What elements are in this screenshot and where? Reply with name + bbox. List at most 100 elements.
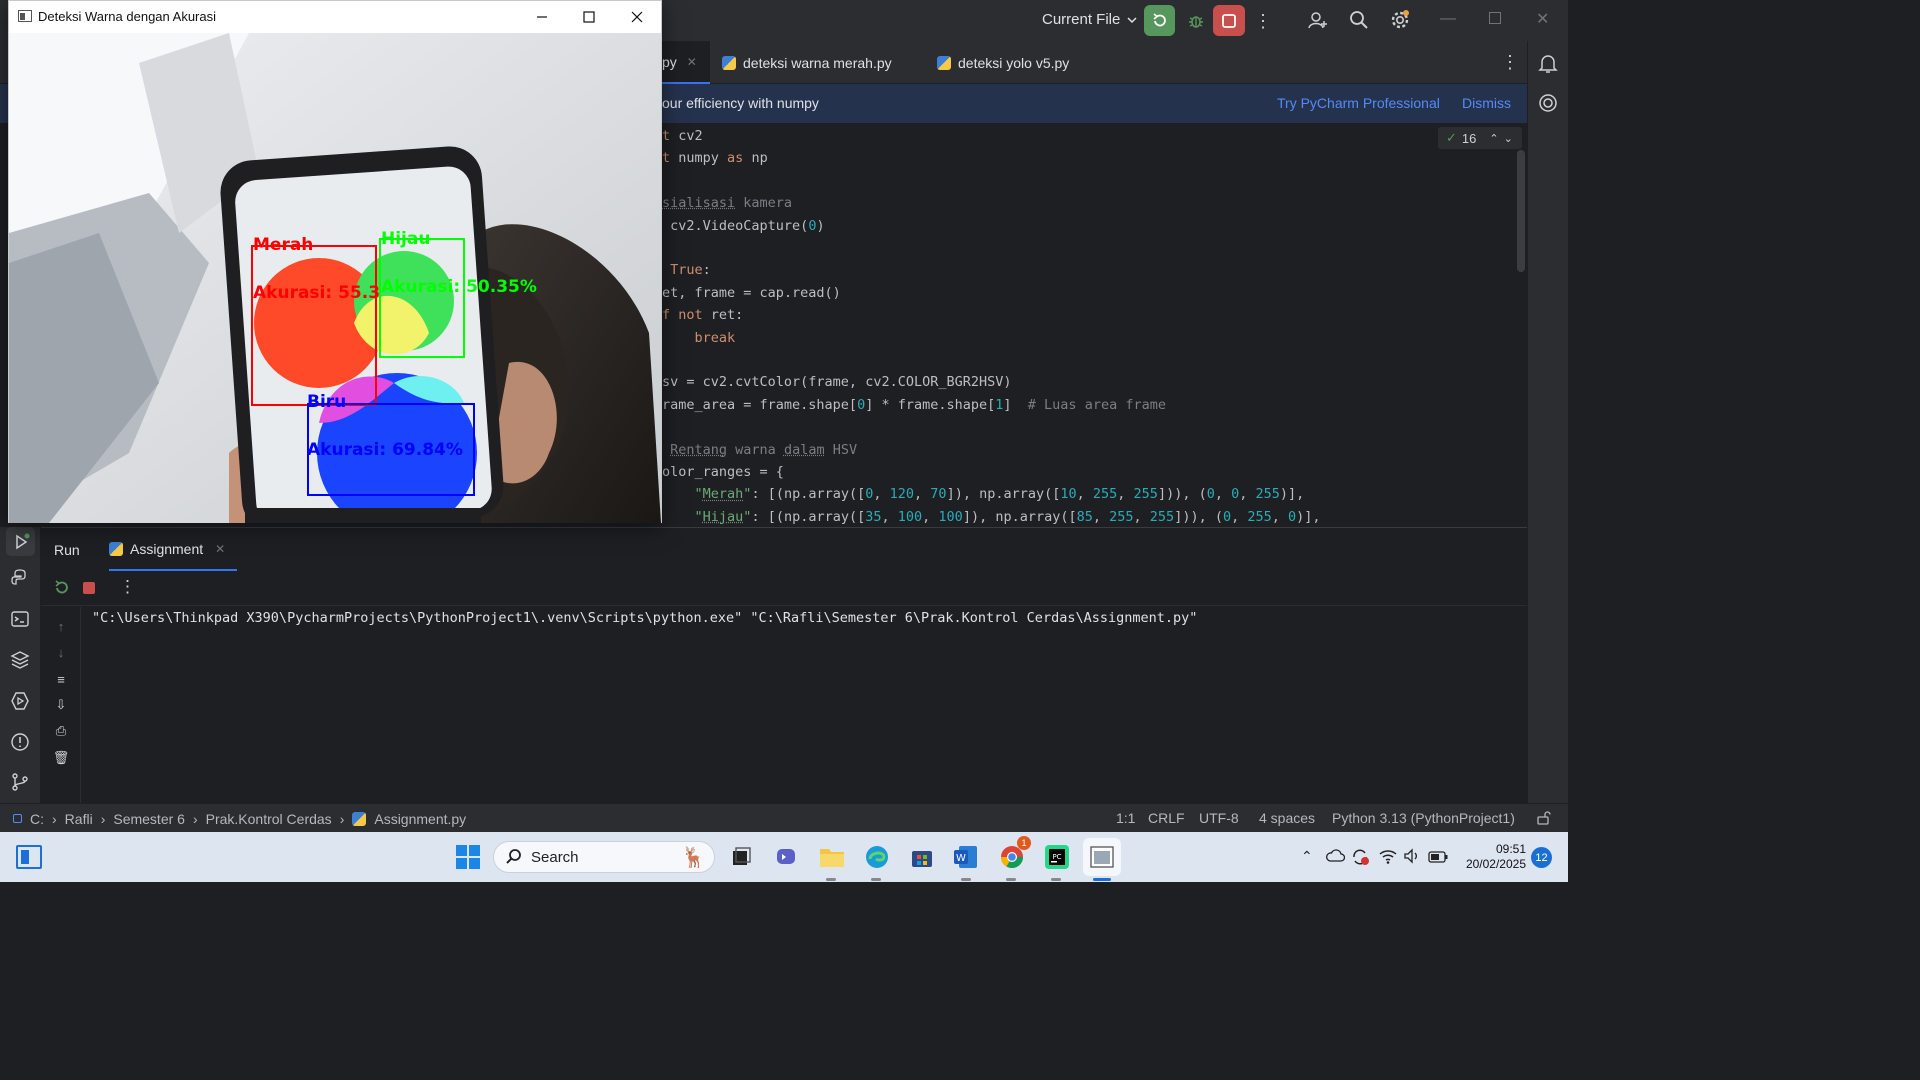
code-line[interactable]: break [662, 327, 736, 349]
ai-assistant-button[interactable] [1537, 92, 1559, 119]
maximize-button[interactable] [578, 6, 600, 28]
word-icon: W [954, 846, 977, 868]
opencv-window-button[interactable] [1083, 838, 1121, 876]
start-button[interactable] [453, 842, 483, 872]
tab-options-button[interactable]: ⋮ [1501, 52, 1519, 73]
problems-button[interactable] [9, 731, 31, 753]
git-button[interactable] [9, 771, 31, 793]
indent-setting[interactable]: 4 spaces [1259, 804, 1315, 833]
readonly-toggle[interactable] [1537, 811, 1551, 830]
code-line[interactable]: cv2.VideoCapture(0) [662, 215, 824, 237]
breadcrumb-item[interactable]: Assignment.py [374, 811, 466, 827]
soft-wrap-icon[interactable]: ≡ [51, 669, 71, 689]
running-indicator [826, 878, 836, 881]
breadcrumb-item[interactable]: Rafli [65, 811, 93, 827]
rerun-button[interactable] [53, 579, 71, 602]
close-ide-button[interactable]: ✕ [1536, 9, 1549, 29]
print-icon[interactable]: ⎙ [51, 721, 71, 741]
volume-icon[interactable] [1403, 848, 1421, 869]
clock[interactable]: 09:51 20/02/2025 [1462, 842, 1526, 872]
pycharm-button[interactable]: PC [1042, 842, 1072, 872]
chevron-up-icon[interactable]: ⌃ [1489, 132, 1498, 145]
settings-button[interactable] [1386, 6, 1414, 34]
rerun-icon [55, 580, 68, 594]
run-options-button[interactable]: ⋮ [119, 577, 136, 597]
notification-badge[interactable]: 12 [1531, 847, 1552, 868]
word-button[interactable]: W [951, 842, 981, 872]
widgets-button[interactable] [16, 845, 42, 869]
store-button[interactable] [907, 842, 937, 872]
code-line[interactable]: olor_ranges = { [662, 461, 784, 483]
try-professional-link[interactable]: Try PyCharm Professional [1277, 95, 1440, 111]
services-button[interactable] [9, 690, 31, 712]
up-arrow-icon[interactable]: ↑ [51, 616, 71, 636]
run-tool-button[interactable] [6, 527, 35, 556]
code-line[interactable]: sv = cv2.cvtColor(frame, cv2.COLOR_BGR2H… [662, 371, 1012, 393]
inspection-widget[interactable]: ✓ 16 ⌃ ⌄ [1438, 127, 1522, 149]
search-everywhere-button[interactable] [1345, 6, 1373, 34]
chevron-right-icon: › [52, 810, 57, 827]
code-with-me-button[interactable] [1304, 6, 1332, 34]
code-line[interactable]: True: [662, 259, 711, 281]
down-arrow-icon[interactable]: ↓ [51, 642, 71, 662]
line-separator[interactable]: CRLF [1148, 804, 1185, 833]
code-line[interactable]: Rentang warna dalam HSV [662, 439, 857, 461]
breadcrumb-item[interactable]: C: [30, 811, 44, 827]
breadcrumb-item[interactable]: Prak.Kontrol Cerdas [206, 811, 332, 827]
chrome-button[interactable]: 1 [997, 836, 1031, 872]
file-explorer-button[interactable] [817, 842, 847, 872]
close-button[interactable] [626, 6, 648, 28]
wifi-icon[interactable] [1378, 848, 1398, 869]
breadcrumb-item[interactable]: Semester 6 [113, 811, 185, 827]
battery-icon[interactable] [1428, 850, 1448, 868]
console-output[interactable]: "C:\Users\Thinkpad X390\PycharmProjects\… [92, 610, 1197, 626]
stop-run-button[interactable] [83, 582, 95, 594]
task-view-button[interactable] [726, 842, 756, 872]
window-titlebar[interactable]: Deteksi Warna dengan Akurasi [9, 1, 661, 33]
code-line[interactable]: t cv2 [662, 125, 703, 147]
taskbar-search[interactable]: Search 🦌 [493, 841, 715, 873]
sync-error-icon[interactable] [1350, 847, 1370, 872]
tab-deteksi-warna-merah[interactable]: deteksi warna merah.py [722, 41, 892, 84]
file-encoding[interactable]: UTF-8 [1199, 804, 1239, 833]
dismiss-link[interactable]: Dismiss [1462, 95, 1511, 111]
stop-button[interactable] [1213, 5, 1245, 36]
code-line[interactable]: sialisasi kamera [662, 192, 792, 214]
tab-assignment[interactable]: py ✕ [662, 41, 710, 84]
run-config-selector[interactable]: Current File [1042, 11, 1138, 28]
python-interpreter[interactable]: Python 3.13 (PythonProject1) [1332, 804, 1515, 833]
code-line[interactable]: "Hijau": [(np.array([35, 100, 100]), np.… [662, 506, 1321, 528]
caret-position[interactable]: 1:1 [1116, 804, 1135, 833]
code-line[interactable]: t numpy as np [662, 147, 768, 169]
minimize-button[interactable] [531, 6, 553, 28]
teams-button[interactable] [772, 842, 802, 872]
code-line[interactable]: et, frame = cap.read() [662, 282, 841, 304]
editor-scrollbar[interactable] [1517, 150, 1525, 272]
tab-deteksi-yolo[interactable]: deteksi yolo v5.py [937, 41, 1069, 84]
edge-button[interactable] [862, 842, 892, 872]
clock-date: 20/02/2025 [1465, 857, 1526, 871]
onedrive-icon[interactable] [1325, 848, 1346, 867]
code-line[interactable]: f not ret: [662, 304, 743, 326]
close-tab-icon[interactable]: ✕ [687, 55, 697, 69]
notifications-button[interactable] [1537, 52, 1559, 79]
python-console-button[interactable] [9, 567, 31, 589]
run-tab-assignment[interactable]: Assignment ✕ [109, 528, 237, 571]
close-tab-icon[interactable]: ✕ [215, 542, 225, 556]
restore-ide-button[interactable] [1489, 12, 1501, 24]
trash-icon[interactable]: 🗑 [51, 748, 71, 768]
run-button[interactable] [1144, 5, 1175, 36]
code-line[interactable]: rame_area = frame.shape[0] * frame.shape… [662, 394, 1166, 416]
windows-icon [456, 845, 480, 869]
python-packages-button[interactable] [9, 649, 31, 671]
svg-text:PC: PC [1052, 853, 1061, 861]
minimize-ide-button[interactable]: — [1440, 10, 1456, 28]
scroll-to-end-icon[interactable]: ⇩ [51, 695, 71, 715]
inspection-count: 16 [1461, 130, 1477, 146]
more-actions-button[interactable]: ⋮ [1253, 7, 1273, 35]
terminal-button[interactable] [9, 608, 31, 630]
chevron-down-icon[interactable]: ⌄ [1504, 132, 1513, 145]
debug-button[interactable] [1180, 5, 1211, 36]
code-line[interactable]: "Merah": [(np.array([0, 120, 70]), np.ar… [662, 483, 1305, 505]
tray-overflow-chevron-icon[interactable]: ⌃ [1301, 848, 1313, 865]
